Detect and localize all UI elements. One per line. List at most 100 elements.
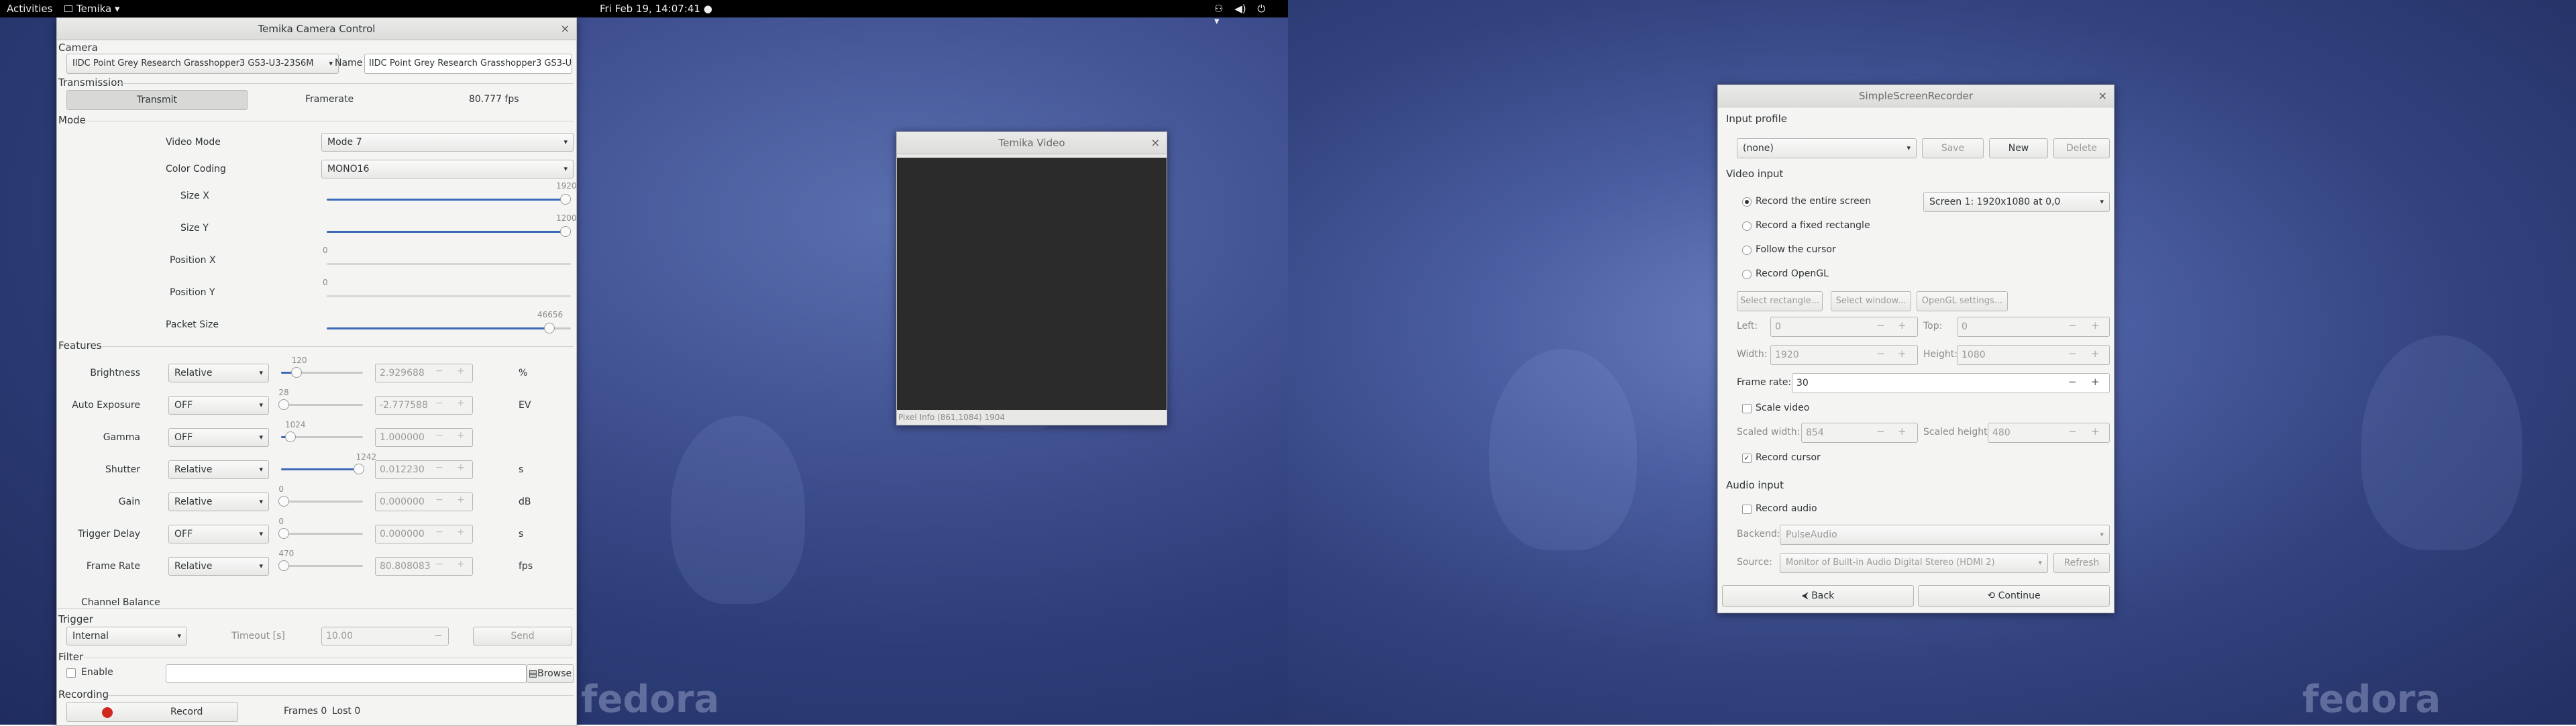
select-rectangle-button[interactable]: Select rectangle... — [1737, 291, 1823, 311]
refresh-button[interactable]: Refresh — [2053, 553, 2110, 573]
feature-mode-select[interactable]: OFF ▾ — [168, 428, 269, 447]
feature-slider[interactable] — [290, 367, 302, 378]
width-field[interactable]: 1920 — [1770, 345, 1918, 365]
position-x-value: 0 — [323, 246, 328, 255]
size-y-slider[interactable] — [560, 226, 571, 237]
feature-mode-select[interactable]: Relative ▾ — [168, 492, 269, 511]
close-icon[interactable]: × — [2098, 85, 2107, 107]
backend-value: PulseAudio — [1786, 529, 1837, 540]
left-increment-button[interactable]: + — [1898, 319, 1907, 331]
width-increment-button[interactable]: + — [1898, 348, 1907, 360]
feature-mode-select[interactable]: Relative ▾ — [168, 364, 269, 382]
timeout-decrement-button[interactable]: − — [434, 629, 443, 641]
feature-decrement-button[interactable]: − — [435, 430, 443, 441]
record-cursor-checkbox[interactable]: ✓ — [1742, 454, 1752, 463]
trigger-mode-select[interactable]: Internal ▾ — [66, 627, 187, 645]
frame-rate-increment-button[interactable]: + — [2091, 376, 2100, 388]
feature-mode-select[interactable]: OFF ▾ — [168, 396, 269, 415]
feature-increment-button[interactable]: + — [457, 495, 465, 505]
record-audio-checkbox[interactable] — [1742, 505, 1752, 514]
scale-video-checkbox[interactable] — [1742, 404, 1752, 413]
feature-mode-select[interactable]: Relative ▾ — [168, 460, 269, 479]
save-profile-button[interactable]: Save — [1922, 138, 1984, 158]
record-fixed-rectangle-radio[interactable] — [1742, 221, 1752, 231]
feature-increment-button[interactable]: + — [457, 430, 465, 441]
position-x-slider[interactable] — [327, 263, 571, 265]
feature-slider[interactable] — [284, 431, 296, 442]
feature-decrement-button[interactable]: − — [435, 462, 443, 473]
transmit-toggle-button[interactable]: Transmit — [66, 90, 248, 110]
height-decrement-button[interactable]: − — [2068, 348, 2077, 360]
feature-decrement-button[interactable]: − — [435, 495, 443, 505]
scaled-height-increment-button[interactable]: + — [2091, 425, 2100, 437]
close-icon[interactable]: × — [561, 18, 570, 40]
feature-mode-select[interactable]: OFF ▾ — [168, 525, 269, 543]
scaled-width-increment-button[interactable]: + — [1898, 425, 1907, 437]
record-button[interactable]: Record — [66, 702, 238, 722]
feature-slider[interactable] — [278, 496, 290, 507]
top-decrement-button[interactable]: − — [2068, 319, 2077, 331]
feature-slider[interactable] — [278, 399, 290, 410]
clock[interactable]: Fri Feb 19, 14:07:41 ● — [600, 3, 712, 15]
scaled-height-decrement-button[interactable]: − — [2068, 425, 2077, 437]
back-button[interactable]: ⮜ Back — [1722, 585, 1914, 607]
profile-select[interactable]: (none) ▾ — [1737, 138, 1917, 158]
height-increment-button[interactable]: + — [2091, 348, 2100, 360]
feature-increment-button[interactable]: + — [457, 398, 465, 409]
scaled-width-decrement-button[interactable]: − — [1876, 425, 1885, 437]
feature-slider[interactable] — [278, 560, 290, 571]
feature-increment-button[interactable]: + — [457, 366, 465, 376]
record-icon — [102, 707, 113, 718]
feature-decrement-button[interactable]: − — [435, 398, 443, 409]
top-field[interactable]: 0 — [1957, 317, 2110, 337]
feature-decrement-button[interactable]: − — [435, 559, 443, 570]
opengl-settings-button[interactable]: OpenGL settings... — [1917, 291, 2008, 311]
filter-enable-checkbox[interactable] — [66, 668, 76, 678]
activities-button[interactable]: Activities — [7, 3, 52, 15]
continue-button[interactable]: ⟲ Continue — [1918, 585, 2110, 607]
frame-rate-field[interactable]: 30 — [1792, 373, 2110, 393]
delete-profile-button[interactable]: Delete — [2053, 138, 2110, 158]
browse-button[interactable]: ▤Browse — [527, 664, 574, 683]
feature-slider[interactable] — [353, 464, 364, 474]
system-tray[interactable]: ⚇ ◀) ⏻ ▾ — [1214, 3, 1288, 27]
camera-device-select[interactable]: IIDC Point Grey Research Grasshopper3 GS… — [66, 54, 339, 74]
video-preview[interactable] — [897, 158, 1167, 410]
backend-select[interactable]: PulseAudio ▾ — [1780, 525, 2110, 545]
feature-increment-button[interactable]: + — [457, 527, 465, 537]
follow-cursor-radio[interactable] — [1742, 246, 1752, 255]
feature-mode-select[interactable]: Relative ▾ — [168, 557, 269, 576]
size-x-slider[interactable] — [560, 194, 571, 205]
video-mode-select[interactable]: Mode 7 ▾ — [321, 133, 574, 152]
select-window-button[interactable]: Select window... — [1831, 291, 1911, 311]
packet-size-slider[interactable] — [544, 323, 555, 333]
send-button[interactable]: Send — [473, 627, 572, 645]
feature-slider[interactable] — [278, 528, 290, 539]
width-decrement-button[interactable]: − — [1876, 348, 1885, 360]
feature-increment-button[interactable]: + — [457, 462, 465, 473]
color-coding-select[interactable]: MONO16 ▾ — [321, 160, 574, 178]
timeout-field[interactable]: 10.00 — [321, 627, 449, 645]
feature-decrement-button[interactable]: − — [435, 366, 443, 376]
size-y-label: Size Y — [180, 223, 209, 234]
record-opengl-radio[interactable] — [1742, 270, 1752, 279]
left-field[interactable]: 0 — [1770, 317, 1918, 337]
filter-path-field[interactable] — [166, 664, 527, 683]
top-increment-button[interactable]: + — [2091, 319, 2100, 331]
close-icon[interactable]: × — [1151, 132, 1160, 154]
screen-select[interactable]: Screen 1: 1920x1080 at 0,0 ▾ — [1923, 192, 2110, 212]
new-profile-button[interactable]: New — [1989, 138, 2048, 158]
app-menu[interactable]: Temika ▾ — [64, 3, 120, 15]
frame-rate-decrement-button[interactable]: − — [2068, 376, 2077, 388]
height-field[interactable]: 1080 — [1957, 345, 2110, 365]
size-x-label: Size X — [180, 191, 209, 201]
position-y-slider[interactable] — [327, 295, 571, 297]
left-decrement-button[interactable]: − — [1876, 319, 1885, 331]
source-select[interactable]: Monitor of Built-in Audio Digital Stereo… — [1780, 553, 2048, 573]
ssr-window: SimpleScreenRecorder × Input profile (no… — [1717, 85, 2114, 613]
camera-name-field[interactable]: IIDC Point Grey Research Grasshopper3 GS… — [364, 54, 572, 74]
feature-decrement-button[interactable]: − — [435, 527, 443, 537]
record-entire-screen-radio[interactable] — [1742, 197, 1752, 207]
feature-increment-button[interactable]: + — [457, 559, 465, 570]
chevron-down-icon: ▾ — [259, 529, 263, 538]
